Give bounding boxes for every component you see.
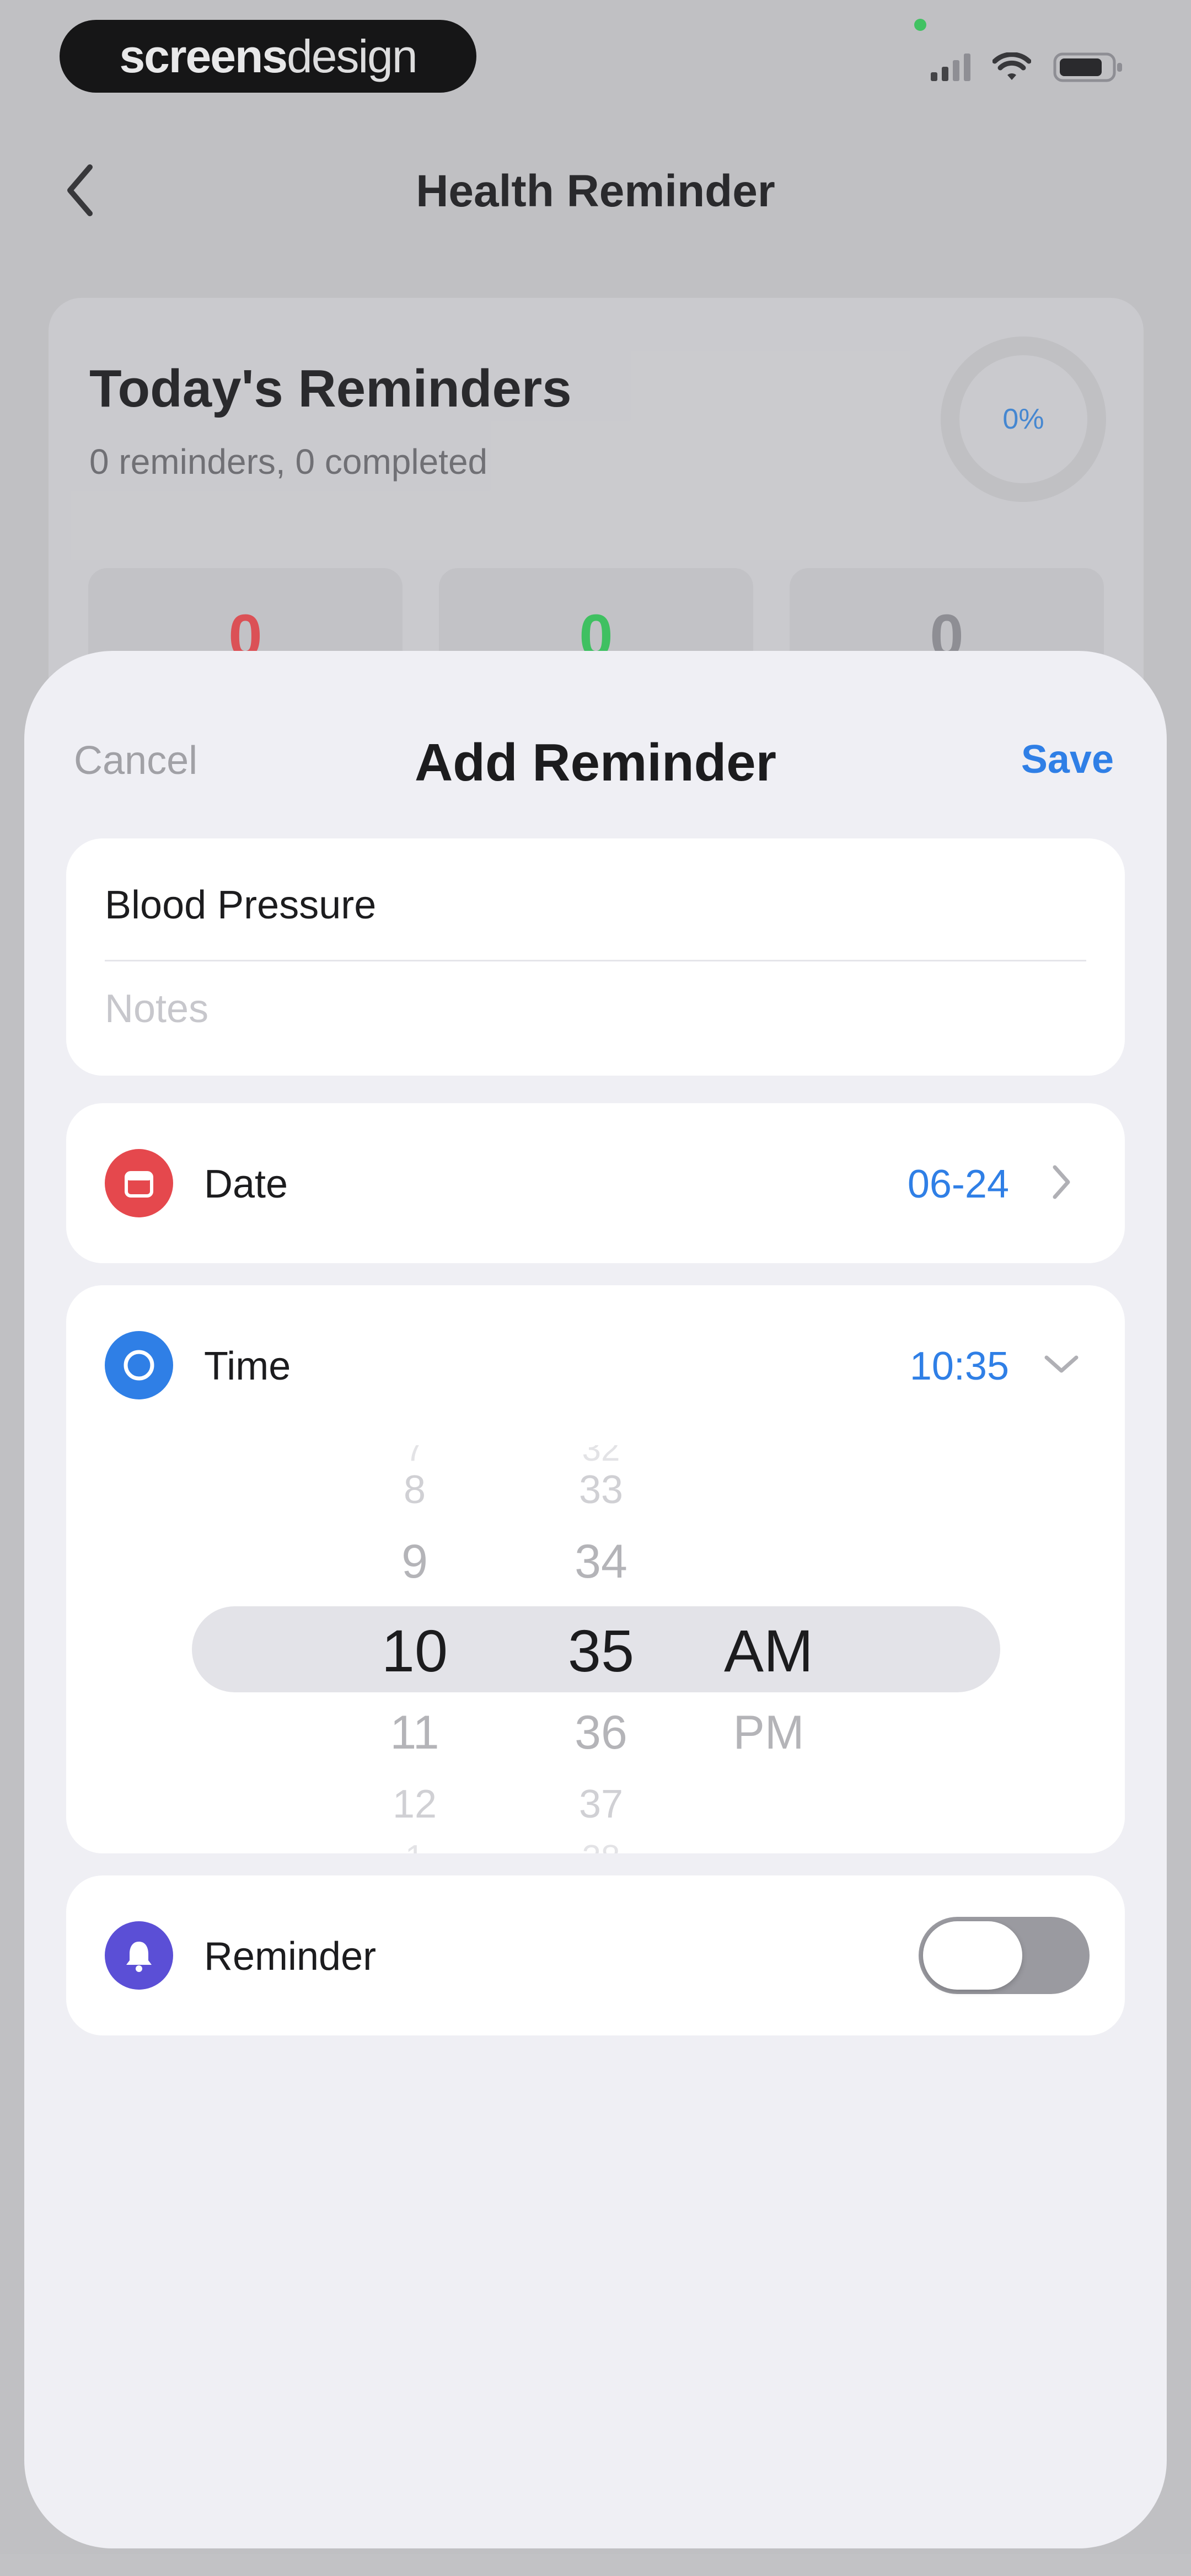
hour-option-selected[interactable]: 10 bbox=[343, 1616, 486, 1685]
divider bbox=[105, 960, 1086, 961]
minute-option[interactable]: 33 bbox=[529, 1467, 673, 1513]
add-reminder-sheet: Cancel Add Reminder Save Blood Pressure … bbox=[24, 651, 1167, 2548]
minute-option-selected[interactable]: 35 bbox=[529, 1616, 673, 1685]
date-label: Date bbox=[204, 1162, 288, 1206]
minute-option[interactable]: 34 bbox=[529, 1535, 673, 1589]
reminder-row: Reminder bbox=[66, 1875, 1125, 2035]
bottom-strip bbox=[0, 2554, 1191, 2576]
minute-option[interactable]: 36 bbox=[529, 1706, 673, 1760]
title-notes-card: Blood Pressure Notes bbox=[66, 838, 1125, 1076]
hour-option[interactable]: 1 bbox=[343, 1838, 486, 1853]
chevron-right-icon bbox=[1042, 1163, 1081, 1201]
period-option-selected[interactable]: AM bbox=[697, 1616, 840, 1685]
minute-option[interactable]: 38 bbox=[529, 1838, 673, 1853]
calendar-icon bbox=[105, 1149, 173, 1217]
hour-option[interactable]: 11 bbox=[343, 1706, 486, 1760]
minute-option[interactable]: 32 bbox=[529, 1445, 673, 1469]
hour-wheel[interactable]: 7 8 9 10 11 12 1 bbox=[343, 1445, 486, 1853]
save-button[interactable]: Save bbox=[1021, 737, 1114, 782]
period-option[interactable]: PM bbox=[697, 1706, 840, 1760]
hour-option[interactable]: 9 bbox=[343, 1535, 486, 1589]
date-value: 06-24 bbox=[907, 1162, 1009, 1206]
toggle-knob bbox=[923, 1921, 1022, 1990]
sheet-header: Cancel Add Reminder Save bbox=[24, 651, 1167, 792]
time-picker[interactable]: 7 8 9 10 11 12 1 32 33 34 35 36 37 38 AM… bbox=[66, 1445, 1125, 1853]
notes-field[interactable]: Notes bbox=[105, 986, 208, 1032]
date-row[interactable]: Date 06-24 bbox=[66, 1103, 1125, 1263]
hour-option[interactable]: 12 bbox=[343, 1782, 486, 1827]
hour-option[interactable]: 8 bbox=[343, 1467, 486, 1513]
title-field[interactable]: Blood Pressure bbox=[105, 883, 376, 928]
reminder-label: Reminder bbox=[204, 1934, 377, 1979]
chevron-down-icon[interactable] bbox=[1042, 1345, 1081, 1383]
time-label: Time bbox=[204, 1344, 291, 1388]
bell-icon bbox=[105, 1921, 173, 1990]
time-value[interactable]: 10:35 bbox=[910, 1344, 1009, 1389]
time-card: Time 10:35 7 8 9 10 11 12 1 32 33 34 35 bbox=[66, 1285, 1125, 1853]
sheet-title: Add Reminder bbox=[414, 733, 777, 792]
hour-option[interactable]: 7 bbox=[343, 1445, 486, 1469]
period-wheel[interactable]: AM PM bbox=[697, 1445, 840, 1853]
minute-wheel[interactable]: 32 33 34 35 36 37 38 bbox=[529, 1445, 673, 1853]
clock-icon bbox=[105, 1331, 173, 1399]
minute-option[interactable]: 37 bbox=[529, 1782, 673, 1827]
reminder-toggle[interactable] bbox=[919, 1917, 1090, 1994]
